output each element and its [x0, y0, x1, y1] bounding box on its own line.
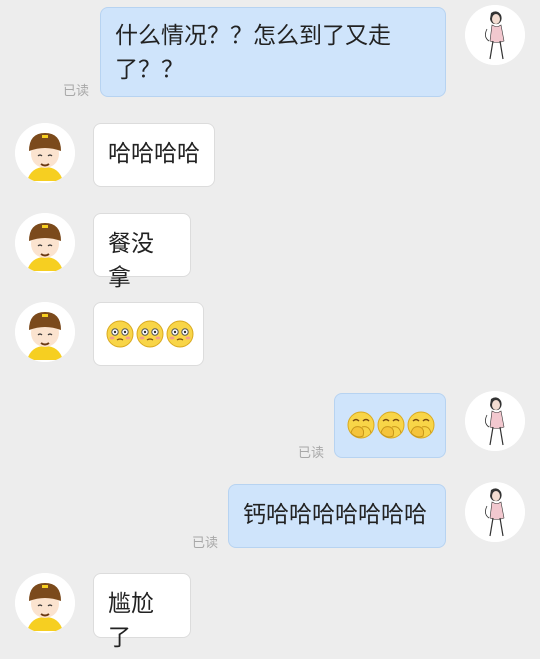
- user-avatar[interactable]: [465, 482, 525, 542]
- flushed-face-icon: [166, 320, 194, 348]
- flushed-face-icon: [136, 320, 164, 348]
- message-bubble-incoming[interactable]: 哈哈哈哈: [93, 123, 215, 187]
- hand-over-mouth-laugh-icon: [377, 411, 405, 439]
- courier-avatar[interactable]: [15, 302, 75, 362]
- user-avatar[interactable]: [465, 391, 525, 451]
- read-receipt: 已读: [63, 84, 90, 99]
- hand-over-mouth-laugh-icon: [347, 411, 375, 439]
- courier-avatar[interactable]: [15, 213, 75, 273]
- courier-avatar[interactable]: [15, 573, 75, 633]
- courier-helmet-icon: [15, 213, 75, 273]
- courier-helmet-icon: [15, 123, 75, 183]
- girl-sketch-icon: [465, 5, 525, 65]
- read-receipt: 已读: [192, 536, 219, 551]
- message-bubble-incoming[interactable]: 餐没拿: [93, 213, 191, 291]
- courier-helmet-icon: [15, 573, 75, 633]
- message-bubble-outgoing[interactable]: [334, 393, 446, 458]
- message-text: 哈哈哈哈: [108, 141, 200, 167]
- read-receipt: 已读: [298, 446, 325, 461]
- message-text: 钙哈哈哈哈哈哈哈: [243, 502, 427, 528]
- courier-avatar[interactable]: [15, 123, 75, 183]
- message-bubble-incoming[interactable]: [93, 302, 204, 366]
- message-text: 尴尬了: [108, 591, 154, 651]
- hand-over-mouth-laugh-icon: [407, 411, 435, 439]
- message-text: 了？？: [115, 57, 184, 83]
- girl-sketch-icon: [465, 391, 525, 451]
- courier-helmet-icon: [15, 302, 75, 362]
- user-avatar[interactable]: [465, 5, 525, 65]
- message-bubble-outgoing[interactable]: 钙哈哈哈哈哈哈哈: [228, 484, 446, 548]
- message-bubble-incoming[interactable]: 尴尬了: [93, 573, 191, 651]
- message-text: 什么情况？？怎么到了又走: [115, 23, 391, 49]
- girl-sketch-icon: [465, 482, 525, 542]
- flushed-face-icon: [106, 320, 134, 348]
- message-bubble-outgoing[interactable]: 什么情况？？怎么到了又走 了？？: [100, 7, 446, 97]
- message-text: 餐没拿: [108, 231, 154, 291]
